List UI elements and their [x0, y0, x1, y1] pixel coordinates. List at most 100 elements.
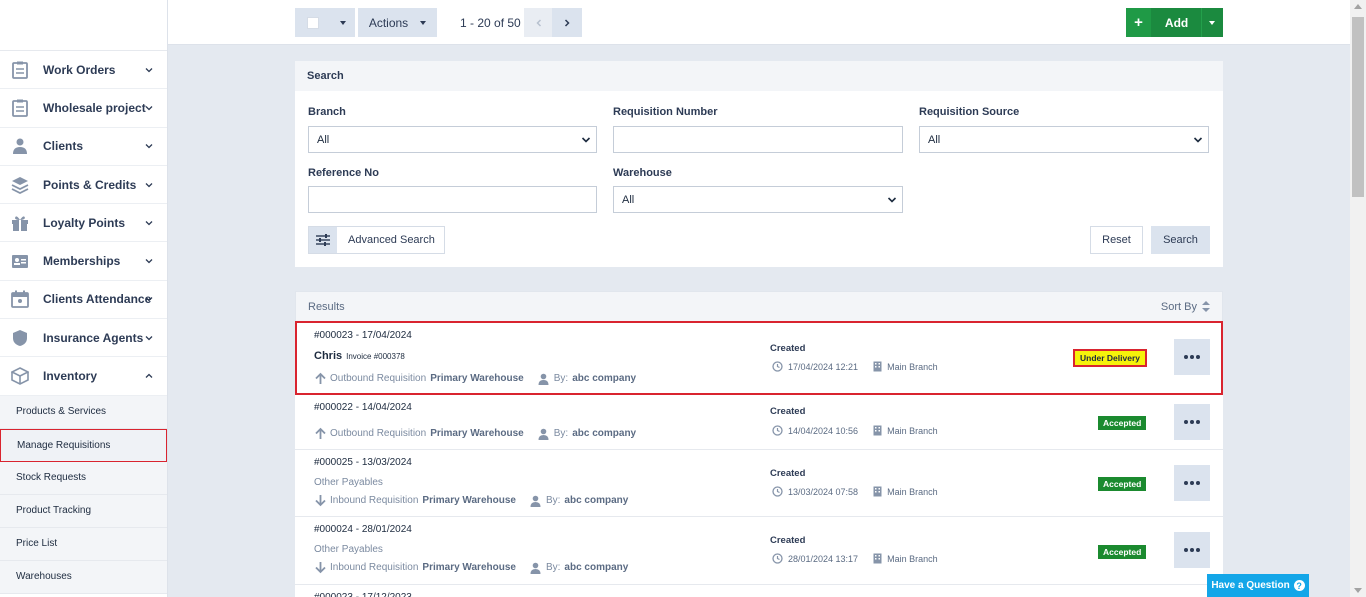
- created-by: By: abc company: [530, 562, 628, 574]
- table-row[interactable]: #000024 - 28/01/2024 Other Payables Inbo…: [295, 517, 1223, 585]
- sidebar-item-wholesale-project[interactable]: Wholesale project: [0, 89, 167, 128]
- sidebar-subitem-products-services[interactable]: Products & Services: [0, 395, 167, 429]
- sort-icon: [1202, 301, 1210, 312]
- clock-icon: [772, 425, 783, 436]
- chevron-down-icon: [1193, 137, 1203, 143]
- sidebar-item-inventory[interactable]: Inventory: [0, 357, 167, 396]
- created-datetime: 13/03/2024 07:58: [788, 486, 859, 497]
- next-page-button[interactable]: [552, 8, 582, 37]
- actions-button[interactable]: Actions: [358, 8, 437, 37]
- dot-icon: [1190, 548, 1194, 552]
- requisition-source-label: Requisition Source: [919, 106, 1020, 118]
- add-button[interactable]: + Add: [1126, 8, 1223, 37]
- created-by: By: abc company: [538, 373, 636, 385]
- requisition-id[interactable]: #000022 - 14/04/2024: [314, 402, 412, 413]
- reset-button[interactable]: Reset: [1090, 226, 1143, 254]
- sidebar-item-insurance-agents[interactable]: Insurance Agents: [0, 319, 167, 358]
- sidebar-item-clients[interactable]: Clients: [0, 128, 167, 166]
- have-a-question-label: Have a Question: [1211, 580, 1290, 591]
- branch-name: Main Branch: [887, 553, 938, 564]
- more-actions-button[interactable]: [1174, 404, 1210, 440]
- scrollbar-thumb[interactable]: [1352, 17, 1364, 197]
- requisition-id[interactable]: #000025 - 13/03/2024: [314, 457, 412, 468]
- requisition-source-select[interactable]: All: [919, 126, 1209, 153]
- chevron-right-icon: [564, 18, 570, 27]
- user-icon: [530, 562, 541, 574]
- requisition-info: Outbound Requisition Primary Warehouse B…: [314, 372, 636, 385]
- gift-icon: [10, 214, 30, 232]
- chevron-down-icon: [145, 182, 153, 187]
- sidebar-subitem-warehouses[interactable]: Warehouses: [0, 560, 167, 594]
- table-row[interactable]: #000022 - 14/04/2024 Outbound Requisitio…: [295, 395, 1223, 450]
- chevron-down-icon: [145, 335, 153, 341]
- created-label: Created: [770, 406, 806, 417]
- scroll-down-arrow-icon[interactable]: [1354, 588, 1362, 593]
- add-dropdown-toggle[interactable]: [1200, 8, 1223, 37]
- clock-icon: [772, 361, 783, 372]
- building-icon: [873, 425, 882, 436]
- requisition-id[interactable]: #000024 - 28/01/2024: [314, 524, 412, 535]
- have-a-question-button[interactable]: Have a Question ?: [1207, 574, 1309, 597]
- dot-icon: [1196, 355, 1200, 359]
- dot-icon: [1196, 420, 1200, 424]
- branch-name: Main Branch: [887, 425, 938, 436]
- sidebar-item-loyalty-points[interactable]: Loyalty Points: [0, 204, 167, 243]
- chevron-down-icon: [581, 137, 591, 143]
- sidebar-item-label: Clients Attendance: [43, 292, 152, 307]
- prev-page-button[interactable]: [524, 8, 554, 37]
- reference-no-input[interactable]: [308, 186, 597, 213]
- sidebar-item-label: Loyalty Points: [43, 215, 126, 230]
- sidebar-subitem-stock-requests[interactable]: Stock Requests: [0, 461, 167, 495]
- requisition-id[interactable]: #000023 - 17/12/2023: [314, 592, 412, 597]
- more-actions-button[interactable]: [1174, 532, 1210, 568]
- sidebar-item-points-credits[interactable]: Points & Credits: [0, 166, 167, 205]
- dot-icon: [1184, 355, 1188, 359]
- more-actions-button[interactable]: [1174, 339, 1210, 375]
- branch-info: Main Branch: [873, 425, 938, 436]
- sidebar-subitem-product-tracking[interactable]: Product Tracking: [0, 494, 167, 528]
- branch-label: Branch: [308, 106, 346, 118]
- chevron-down-icon: [145, 144, 153, 149]
- row-meta: 28/01/2024 13:17 Main Branch: [772, 553, 938, 564]
- page-scrollbar[interactable]: [1350, 0, 1366, 597]
- sidebar-item-work-orders[interactable]: Work Orders: [0, 51, 167, 90]
- dot-icon: [1190, 420, 1194, 424]
- table-row[interactable]: #000025 - 13/03/2024 Other Payables Inbo…: [295, 450, 1223, 517]
- results-panel: Results Sort By #000023 - 17/04/2024 Chr…: [295, 291, 1223, 597]
- advanced-search-button[interactable]: Advanced Search: [308, 226, 445, 254]
- requisition-category: Other Payables: [314, 544, 383, 555]
- question-mark-icon: ?: [1293, 580, 1305, 591]
- branch-select[interactable]: All: [308, 126, 597, 153]
- more-actions-button[interactable]: [1174, 465, 1210, 501]
- sidebar-item-label: Insurance Agents: [43, 330, 144, 345]
- sidebar-item-label: Memberships: [43, 254, 121, 269]
- scroll-up-arrow-icon[interactable]: [1354, 4, 1362, 9]
- reference-no-label: Reference No: [308, 167, 379, 179]
- sort-by-button[interactable]: Sort By: [1161, 301, 1210, 313]
- arrow-up-icon: [315, 427, 326, 439]
- sidebar-subitem-manage-requisitions[interactable]: Manage Requisitions: [0, 428, 167, 462]
- warehouse-name: Primary Warehouse: [422, 562, 516, 573]
- search-button[interactable]: Search: [1151, 226, 1210, 254]
- chevron-up-icon: [145, 373, 153, 378]
- sidebar-subitem-price-list[interactable]: Price List: [0, 527, 167, 561]
- table-row[interactable]: #000023 - 17/12/2023: [295, 585, 1223, 597]
- select-all-dropdown[interactable]: [295, 8, 355, 37]
- dot-icon: [1196, 481, 1200, 485]
- warehouse-value: All: [622, 193, 635, 206]
- requisition-info: Outbound Requisition Primary Warehouse B…: [314, 427, 636, 440]
- table-row[interactable]: #000023 - 17/04/2024 Chris Invoice #00037…: [295, 321, 1223, 395]
- branch-info: Main Branch: [873, 553, 938, 564]
- created-datetime: 28/01/2024 13:17: [788, 553, 859, 564]
- warehouse-select[interactable]: All: [613, 186, 903, 213]
- clipboard-icon: [10, 99, 30, 117]
- toolbar: Actions 1 - 20 of 50 + Add: [168, 0, 1350, 45]
- select-all-checkbox[interactable]: [307, 16, 319, 29]
- sidebar-item-clients-attendance[interactable]: Clients Attendance: [0, 281, 167, 320]
- sidebar-item-memberships[interactable]: Memberships: [0, 242, 167, 281]
- pagination-text: 1 - 20 of 50: [460, 16, 521, 30]
- requisition-id[interactable]: #000023 - 17/04/2024: [314, 330, 412, 341]
- user-icon: [10, 137, 30, 155]
- requisition-number-input[interactable]: [613, 126, 903, 153]
- status-badge: Accepted: [1098, 416, 1147, 430]
